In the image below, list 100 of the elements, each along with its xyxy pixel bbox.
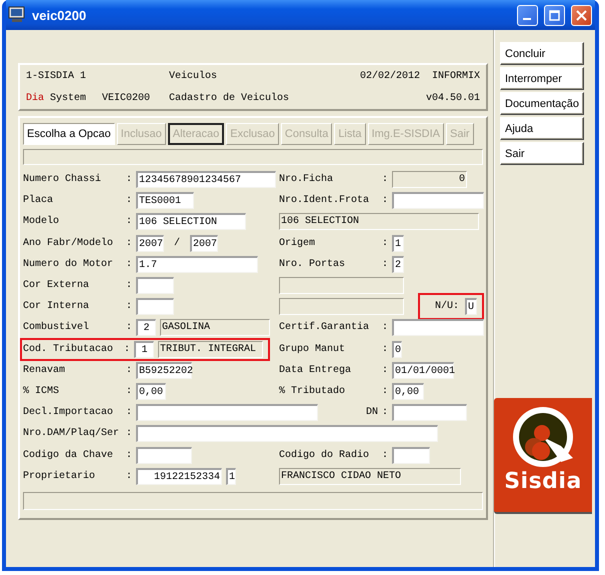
input-field[interactable] [136, 298, 174, 316]
field-label: N/U: [434, 301, 459, 312]
input-field[interactable]: 1 [226, 468, 236, 485]
input-field[interactable] [136, 425, 438, 442]
input-field[interactable]: 1.7 [136, 256, 258, 273]
brand-text: Dia System [26, 92, 86, 104]
input-field[interactable]: 2 [136, 319, 156, 336]
field-label: Cor Interna [23, 301, 90, 312]
input-field[interactable]: 2007 [190, 234, 218, 252]
colon: : [124, 322, 133, 334]
field-label: Cod. Tributacao [23, 344, 114, 355]
action-button[interactable]: Concluir [500, 42, 584, 65]
input-field[interactable]: 1 [134, 340, 154, 358]
separator: / [173, 238, 182, 249]
field-label: Origem [279, 238, 316, 249]
colon: : [380, 450, 389, 461]
field-label: Certif.Garantia [279, 322, 370, 334]
action-button[interactable]: Sair [500, 142, 584, 165]
maximize-icon [549, 10, 560, 20]
colon: : [124, 280, 133, 292]
date-text: 02/02/2012 [360, 70, 420, 82]
input-field[interactable]: 0 [392, 340, 402, 358]
field-label: Codigo do Radio [279, 450, 370, 461]
colon: : [122, 344, 131, 355]
field-label: Cor Externa [23, 280, 90, 292]
close-button[interactable] [571, 4, 592, 26]
colon: : [124, 301, 133, 312]
close-icon [576, 10, 587, 20]
input-field[interactable]: 19122152334 [136, 468, 222, 485]
header-text: Veiculos [169, 70, 218, 82]
input-field[interactable]: 1 [392, 234, 404, 252]
colon: : [380, 174, 389, 186]
colon: : [124, 174, 133, 186]
prompt-button[interactable]: Escolha a Opcao [23, 123, 115, 145]
colon: : [124, 407, 133, 418]
input-field[interactable] [392, 319, 484, 336]
input-field[interactable]: TES0001 [136, 192, 194, 210]
input-field[interactable] [136, 446, 192, 464]
field-label: Codigo da Chave [23, 450, 114, 461]
colon: : [124, 238, 133, 249]
input-field[interactable]: 106 SELECTION [136, 213, 246, 230]
colon: : [124, 470, 133, 482]
field-label: Numero Chassi [23, 174, 102, 186]
field-label: Proprietario [23, 470, 96, 482]
header-text: VEIC0200 [102, 92, 150, 104]
input-field[interactable]: U [465, 298, 477, 316]
app-icon [8, 6, 26, 24]
colon: : [380, 195, 389, 206]
field-label: Modelo [23, 216, 60, 228]
input-field[interactable] [392, 192, 484, 210]
field-label: Placa [23, 195, 54, 206]
input-field[interactable] [392, 404, 467, 422]
header-text: Cadastro de Veiculos [169, 92, 290, 104]
colon: : [124, 258, 133, 270]
action-button[interactable]: Interromper [500, 67, 584, 90]
colon: : [124, 364, 133, 376]
header-text: INFORMIX [432, 70, 480, 82]
colon: : [124, 386, 133, 397]
colon: : [380, 386, 389, 397]
colon: : [380, 238, 389, 249]
readonly-field: 0 [392, 171, 467, 188]
field-label: DN [364, 407, 378, 418]
minimize-button[interactable] [517, 4, 538, 26]
field-label: Combustivel [23, 322, 90, 334]
field-label: Nro. Portas [279, 258, 346, 270]
input-field[interactable]: 12345678901234567 [136, 171, 276, 188]
input-field[interactable] [136, 277, 174, 294]
header-text: 1-SISDIA 1 [26, 70, 88, 82]
colon: : [380, 364, 389, 376]
field-label: % Tributado [279, 386, 346, 397]
field-label: Nro.Ficha [279, 174, 334, 186]
readonly-field: 106 SELECTION [279, 213, 479, 230]
action-button[interactable]: Ajuda [500, 117, 584, 140]
field-label: % ICMS [23, 386, 60, 397]
input-field[interactable]: 0,00 [392, 382, 424, 400]
colon: : [380, 322, 389, 334]
colon: : [380, 258, 389, 270]
field-label: Grupo Manut [279, 344, 346, 355]
header-text: v04.50.01 [424, 92, 480, 104]
field-label: Numero do Motor [23, 258, 114, 270]
input-field[interactable] [392, 446, 430, 464]
colon: : [380, 407, 389, 418]
input-field[interactable]: 2 [392, 256, 404, 273]
colon: : [124, 450, 133, 461]
field-label: Renavam [23, 364, 66, 376]
window-title: veic0200 [32, 8, 88, 22]
readonly-field: GASOLINA [160, 319, 270, 336]
field-label: Data Entrega [279, 364, 352, 376]
maximize-button[interactable] [544, 4, 565, 26]
colon: : [380, 344, 389, 355]
readonly-field: FRANCISCO CIDAO NETO [279, 468, 461, 485]
input-field[interactable]: 01/01/0001 [392, 362, 454, 379]
input-field[interactable] [136, 404, 318, 422]
field-label: Nro.DAM/Plaq/Ser [23, 428, 120, 440]
colon: : [124, 195, 133, 206]
input-field[interactable]: 0,00 [136, 382, 166, 400]
input-field[interactable]: 2007 [136, 234, 164, 252]
action-button[interactable]: Documentação [500, 92, 584, 115]
input-field[interactable]: B59252202 [136, 362, 192, 379]
colon: : [124, 428, 133, 440]
